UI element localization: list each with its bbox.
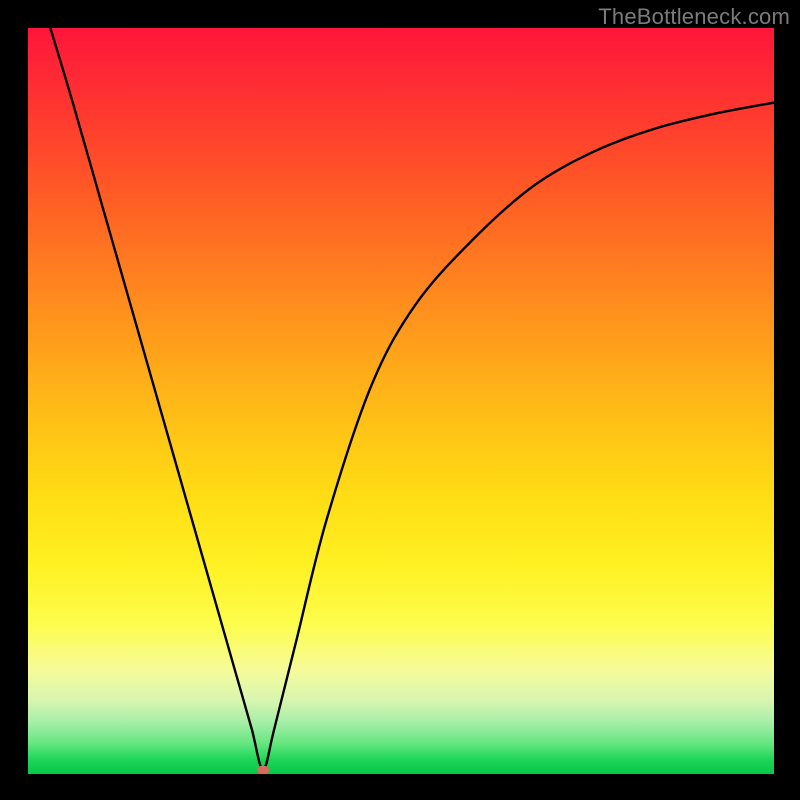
plot-area xyxy=(28,28,774,774)
chart-frame: TheBottleneck.com xyxy=(0,0,800,800)
optimal-point-marker xyxy=(257,766,269,774)
bottleneck-curve xyxy=(28,28,774,774)
watermark-text: TheBottleneck.com xyxy=(598,4,790,30)
